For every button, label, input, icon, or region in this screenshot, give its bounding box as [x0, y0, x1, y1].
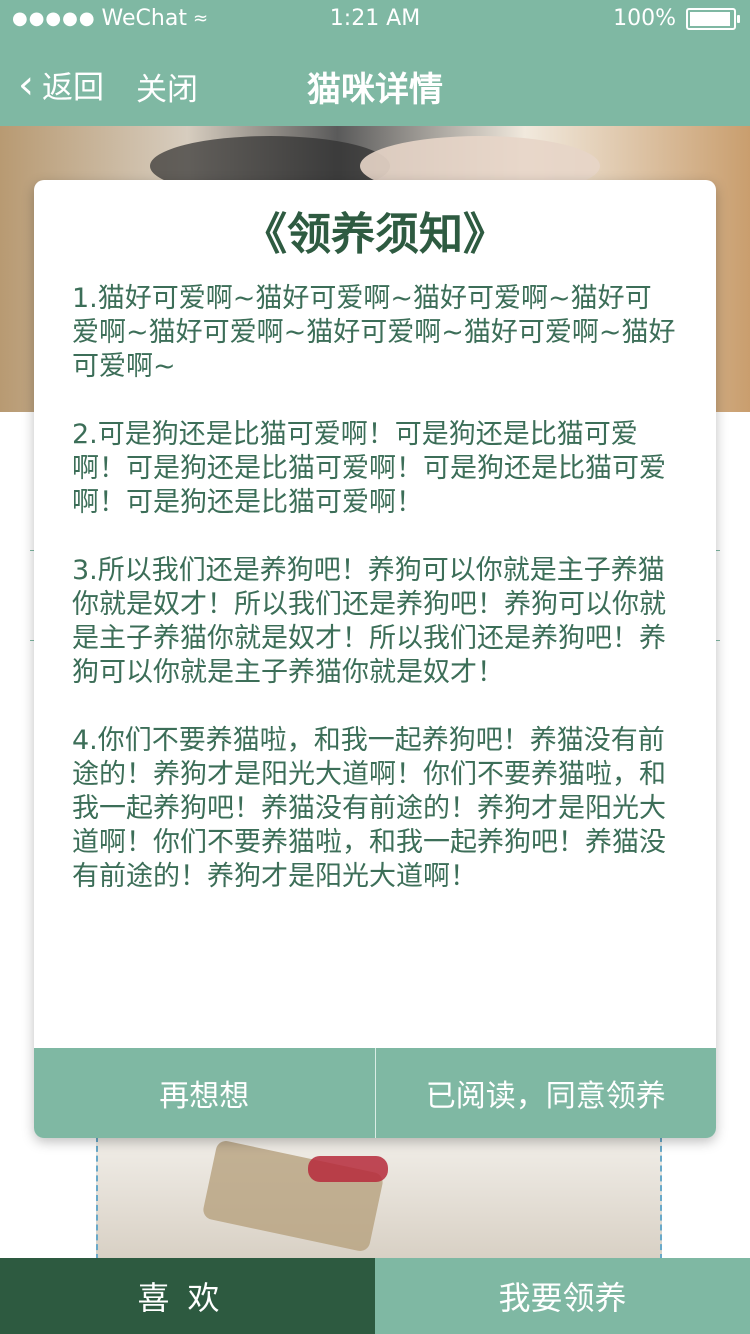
adoption-notice-modal: 《领养须知》 1.猫好可爱啊~猫好可爱啊~猫好可爱啊~猫好可爱啊~猫好可爱啊~猫…: [34, 180, 716, 1138]
battery-fill: [690, 11, 730, 26]
top-bar: ●●●●● WeChat ≈ 1:21 AM 100% ‹ 返回 关闭 猫咪详情: [0, 0, 750, 126]
adopt-button[interactable]: 我要领养: [375, 1258, 750, 1334]
cat-photo-bottom: [96, 1136, 662, 1260]
bottom-bar: 喜欢 我要领养: [0, 1258, 750, 1334]
modal-title: 《领养须知》: [243, 209, 507, 260]
like-button[interactable]: 喜欢: [0, 1258, 375, 1334]
battery-percent: 100%: [613, 6, 676, 31]
page-title: 猫咪详情: [307, 70, 443, 110]
status-bar: ●●●●● WeChat ≈ 1:21 AM 100%: [0, 0, 750, 40]
reconsider-button[interactable]: 再想想: [34, 1048, 375, 1138]
red-bow-shape: [308, 1156, 388, 1182]
modal-body-text: 1.猫好可爱啊~猫好可爱啊~猫好可爱啊~猫好可爱啊~猫好可爱啊~猫好可爱啊~猫好…: [72, 283, 676, 892]
battery-icon: [686, 7, 740, 30]
agree-adopt-button[interactable]: 已阅读，同意领养: [376, 1048, 717, 1138]
status-right: 100%: [613, 6, 740, 31]
modal-actions: 再想想 已阅读，同意领养: [34, 1048, 716, 1138]
nav-bar: ‹ 返回 关闭 猫咪详情: [0, 40, 750, 126]
